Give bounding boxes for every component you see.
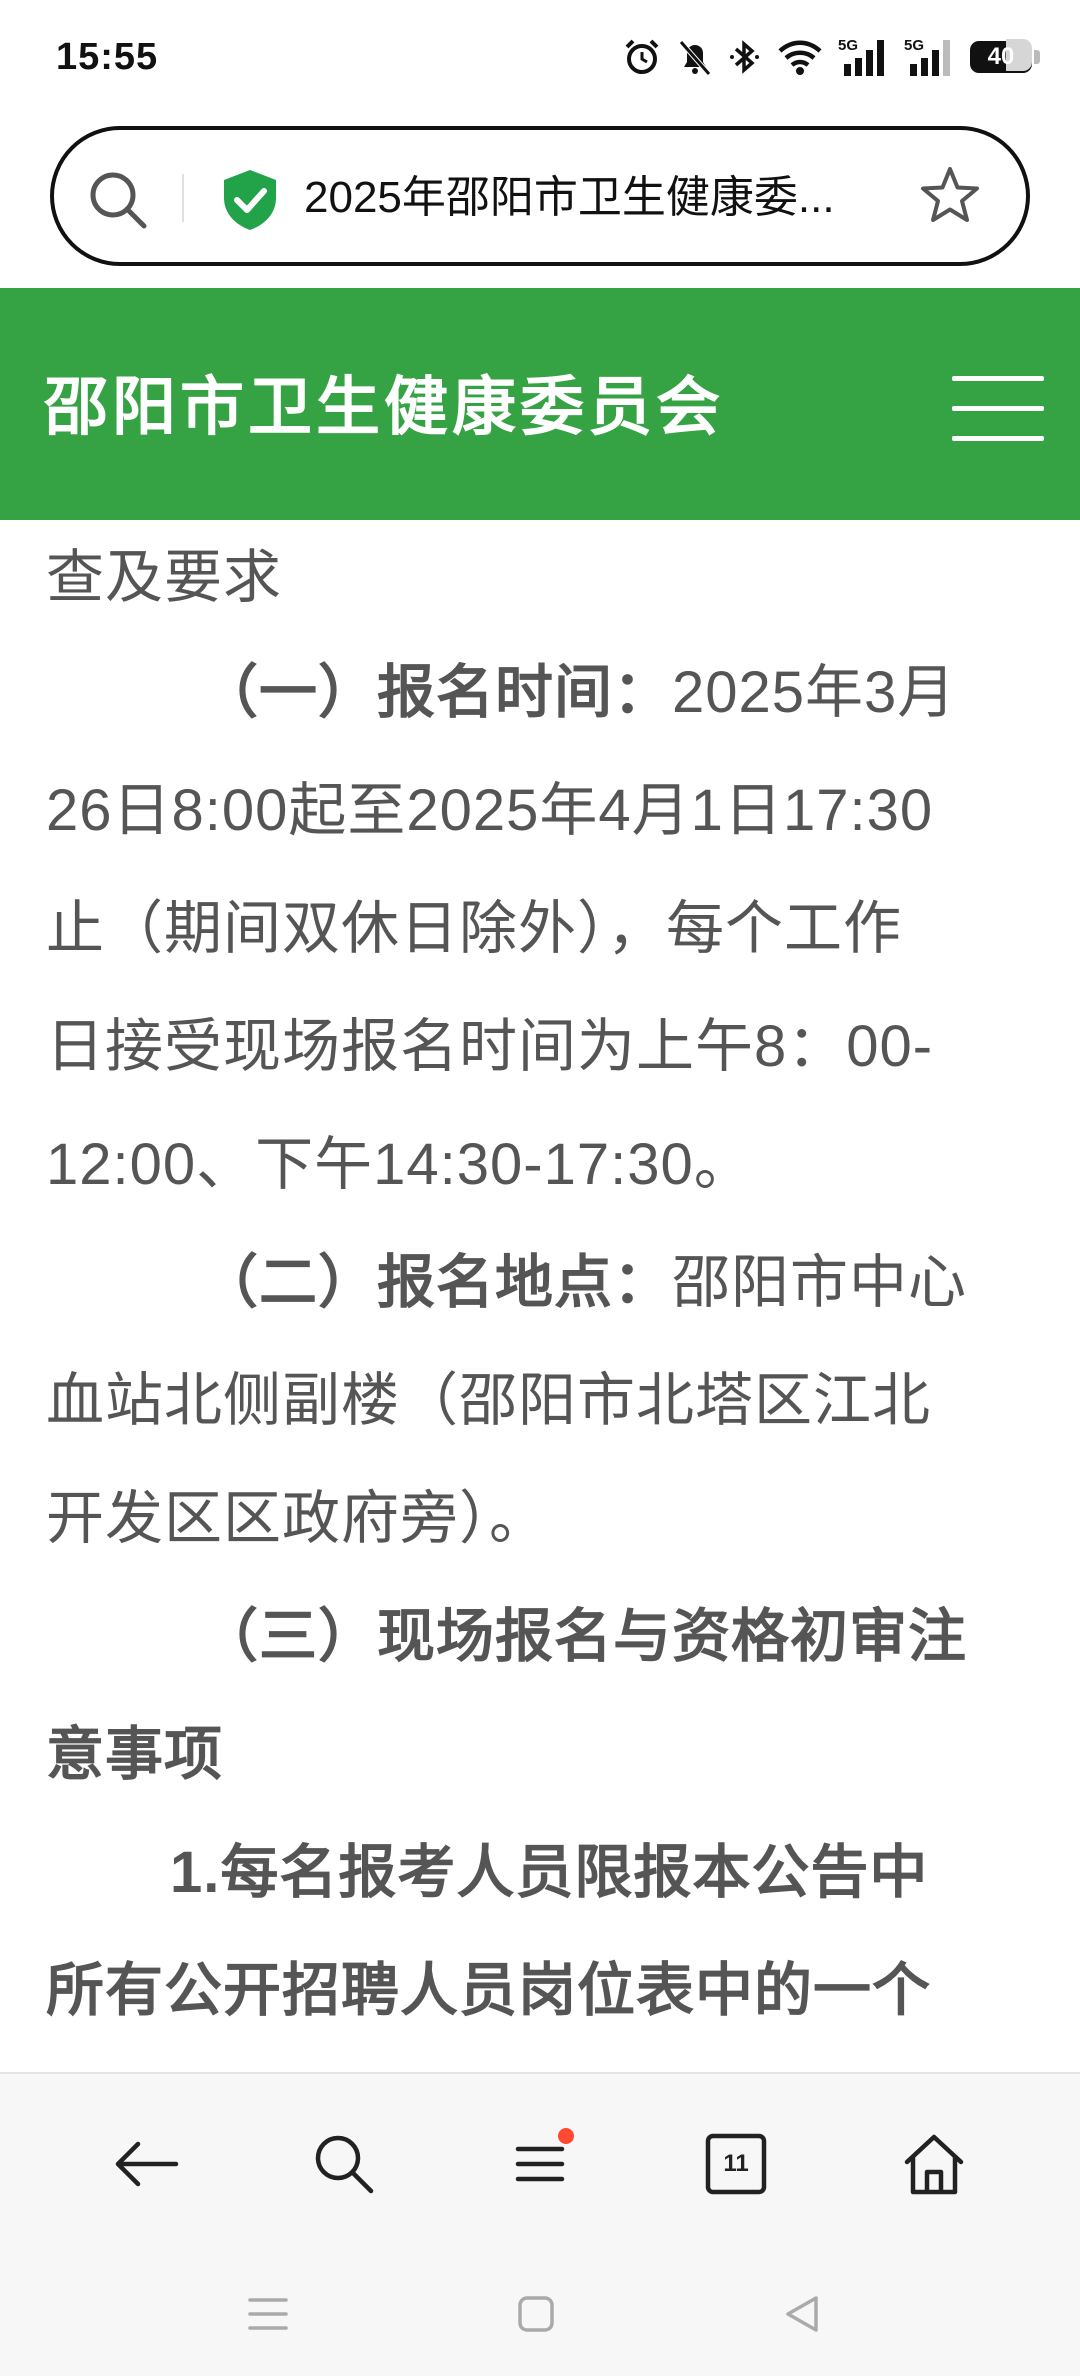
section-text: 2025年3月	[672, 660, 957, 725]
search-icon[interactable]	[86, 168, 150, 232]
section-heading: 意事项	[46, 1722, 224, 1787]
back-triangle-icon[interactable]	[772, 2284, 832, 2344]
home-square-icon[interactable]	[506, 2284, 566, 2344]
svg-text:5G: 5G	[838, 37, 858, 54]
browser-toolbar: 11	[0, 2072, 1080, 2242]
battery-level: 40	[987, 43, 1015, 70]
section-heading: （一）报名时间：	[200, 660, 673, 725]
status-icons: 5G 5G 40	[622, 32, 1040, 82]
system-nav-bar	[0, 2242, 1080, 2376]
tab-count: 11	[723, 2150, 749, 2177]
article-line: 止（期间双休日除外），每个工作	[46, 896, 903, 961]
list-item-1: 1.每名报考人员限报本公告中	[170, 1825, 928, 1909]
article-line: 26日8:00起至2025年4月1日17:30	[46, 778, 934, 843]
site-header: 邵阳市卫生健康委员会	[0, 288, 1080, 520]
article-line: 开发区区政府旁）。	[46, 1486, 549, 1551]
page-title[interactable]: 2025年邵阳市卫生健康委...	[304, 168, 884, 228]
article-line: 查及要求	[46, 545, 283, 610]
site-title[interactable]: 邵阳市卫生健康委员会	[44, 356, 724, 448]
back-arrow-icon[interactable]	[106, 2124, 186, 2204]
menu-list-icon[interactable]	[500, 2124, 580, 2204]
status-bar: 15:55 5G 5G 40	[0, 0, 1080, 118]
list-item-text: 1.每名报考人员限报本公告中	[170, 1840, 929, 1905]
star-icon[interactable]	[918, 164, 982, 228]
signal-5g-icon: 5G	[838, 37, 884, 76]
home-icon[interactable]	[894, 2124, 974, 2204]
shield-check-icon[interactable]	[222, 168, 278, 232]
list-item-1-cont: 所有公开招聘人员岗位表中的一个	[46, 1943, 931, 2027]
section-3-heading: （三）现场报名与资格初审注	[200, 1589, 967, 1673]
list-item-text: 所有公开招聘人员岗位表中的一个	[46, 1958, 932, 2023]
status-time: 15:55	[56, 36, 159, 78]
article-content: 查及要求 （一）报名时间：2025年3月 26日8:00起至2025年4月1日1…	[0, 520, 1080, 2076]
article-line: 血站北侧副楼（邵阳市北塔区江北	[46, 1368, 932, 1433]
section-text: 邵阳市中心	[672, 1250, 968, 1315]
bluetooth-icon	[730, 40, 759, 74]
section-heading: （二）报名地点：	[200, 1250, 673, 1315]
search-icon[interactable]	[304, 2124, 384, 2204]
mute-bell-icon	[679, 40, 711, 76]
hamburger-menu-icon[interactable]	[952, 374, 1044, 442]
section-2: （二）报名地点：邵阳市中心	[200, 1235, 967, 1319]
signal-5g-icon: 5G	[904, 37, 950, 76]
recent-apps-icon[interactable]	[238, 2284, 298, 2344]
address-bar[interactable]: 2025年邵阳市卫生健康委...	[50, 126, 1030, 266]
section-heading: （三）现场报名与资格初审注	[200, 1604, 968, 1669]
svg-text:5G: 5G	[904, 37, 924, 54]
section-3-heading-cont: 意事项	[46, 1707, 223, 1791]
address-divider	[182, 174, 184, 222]
tabs-icon[interactable]: 11	[696, 2124, 776, 2204]
wifi-icon	[778, 40, 822, 75]
section-1: （一）报名时间：2025年3月	[200, 645, 956, 729]
battery-icon: 40	[970, 39, 1040, 75]
article-line: 12:00、下午14:30-17:30。	[46, 1132, 753, 1197]
article-line: 日接受现场报名时间为上午8：00-	[46, 1014, 934, 1079]
alarm-icon	[625, 39, 659, 74]
notification-dot	[558, 2128, 574, 2144]
